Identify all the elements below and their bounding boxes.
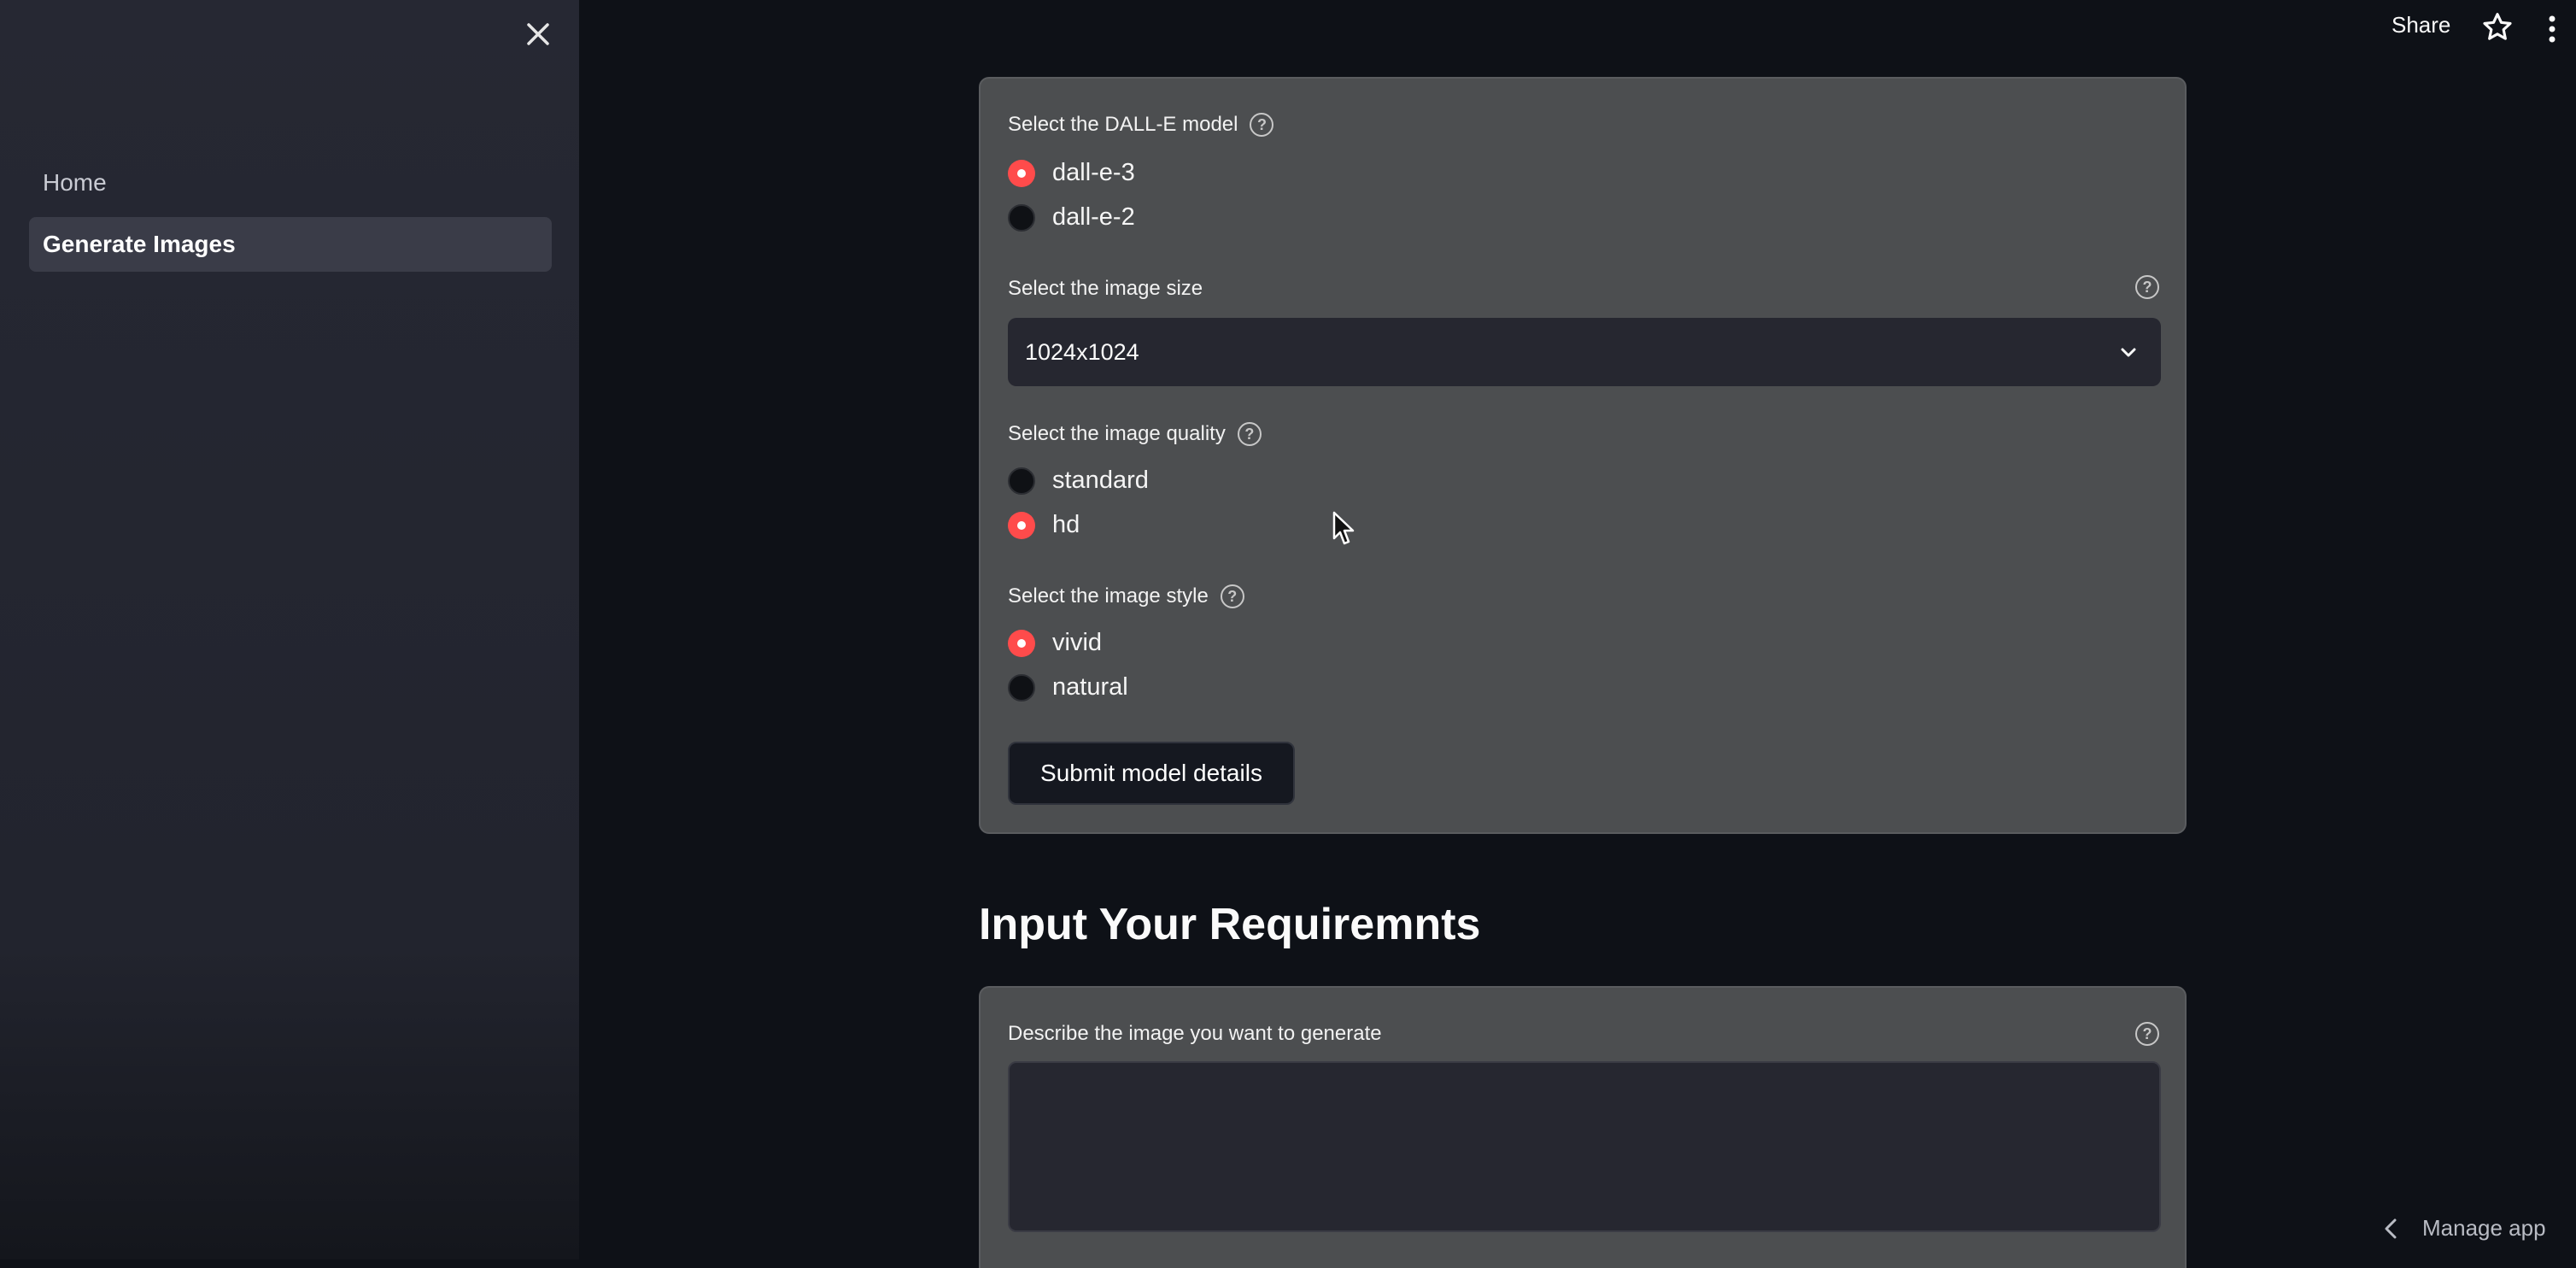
sidebar-item-label: Generate Images [43, 231, 236, 257]
radio-option-natural[interactable]: natural [1008, 673, 1128, 702]
sidebar: Home Generate Images [0, 0, 579, 1259]
mouse-cursor-icon [1332, 511, 1355, 545]
close-icon [527, 23, 549, 45]
style-label-row: Select the image style ? [1008, 584, 1244, 608]
radio-option-dall-e-2[interactable]: dall-e-2 [1008, 203, 1135, 232]
radio-option-dall-e-3[interactable]: dall-e-3 [1008, 159, 1135, 187]
help-icon[interactable]: ? [1220, 584, 1244, 608]
quality-label-row: Select the image quality ? [1008, 422, 1262, 446]
radio-option-hd[interactable]: hd [1008, 511, 1080, 539]
help-icon[interactable]: ? [1237, 422, 1262, 446]
radio-option-vivid[interactable]: vivid [1008, 629, 1102, 657]
favorite-button[interactable] [2480, 10, 2515, 44]
main-menu-button[interactable] [2545, 12, 2559, 46]
description-label: Describe the image you want to generate [1008, 1022, 1382, 1045]
radio-label: standard [1052, 467, 1149, 494]
sidebar-item-home[interactable]: Home [29, 156, 552, 210]
image-description-input[interactable] [1008, 1061, 2161, 1232]
model-label: Select the DALL-E model [1008, 113, 1238, 136]
radio-label: natural [1052, 673, 1128, 701]
radio-label: dall-e-2 [1052, 203, 1135, 231]
help-icon[interactable]: ? [1250, 113, 1274, 137]
kebab-menu-icon [2549, 15, 2556, 43]
radio-option-standard[interactable]: standard [1008, 467, 1149, 495]
radio-label: vivid [1052, 629, 1103, 656]
chevron-down-icon [2121, 348, 2136, 357]
radio-label: hd [1052, 511, 1080, 538]
manage-app-button[interactable]: Manage app [2383, 1215, 2546, 1242]
sidebar-item-generate-images[interactable]: Generate Images [29, 217, 552, 272]
radio-button[interactable] [1008, 467, 1035, 495]
model-settings-form: Select the DALL-E model ? dall-e-3 dall-… [979, 77, 2187, 834]
manage-app-label: Manage app [2422, 1215, 2546, 1241]
size-label-row: Select the image size [1008, 277, 1203, 301]
sidebar-nav: Home Generate Images [29, 156, 552, 279]
sidebar-item-label: Home [43, 169, 107, 196]
radio-button[interactable] [1008, 629, 1035, 657]
star-icon [2483, 13, 2512, 40]
radio-label: dall-e-3 [1052, 159, 1135, 186]
radio-button[interactable] [1008, 673, 1035, 702]
close-sidebar-button[interactable] [518, 14, 559, 55]
radio-button[interactable] [1008, 511, 1035, 539]
description-label-row: Describe the image you want to generate [1008, 1022, 1382, 1046]
model-label-row: Select the DALL-E model ? [1008, 113, 1274, 137]
quality-label: Select the image quality [1008, 422, 1226, 445]
image-size-select[interactable]: 1024x1024 [1008, 318, 2161, 386]
help-icon[interactable]: ? [2135, 1022, 2159, 1046]
submit-model-details-button[interactable]: Submit model details [1008, 742, 1295, 805]
page-heading: Input Your Requiremnts [979, 900, 1481, 949]
select-value: 1024x1024 [1025, 338, 1139, 365]
requirements-form: Describe the image you want to generate … [979, 986, 2187, 1268]
size-label: Select the image size [1008, 277, 1203, 300]
chevron-left-icon [2385, 1218, 2397, 1238]
share-button[interactable]: Share [2392, 12, 2450, 38]
radio-button[interactable] [1008, 159, 1035, 187]
help-icon[interactable]: ? [2135, 275, 2159, 299]
radio-button[interactable] [1008, 203, 1035, 232]
style-label: Select the image style [1008, 584, 1209, 608]
